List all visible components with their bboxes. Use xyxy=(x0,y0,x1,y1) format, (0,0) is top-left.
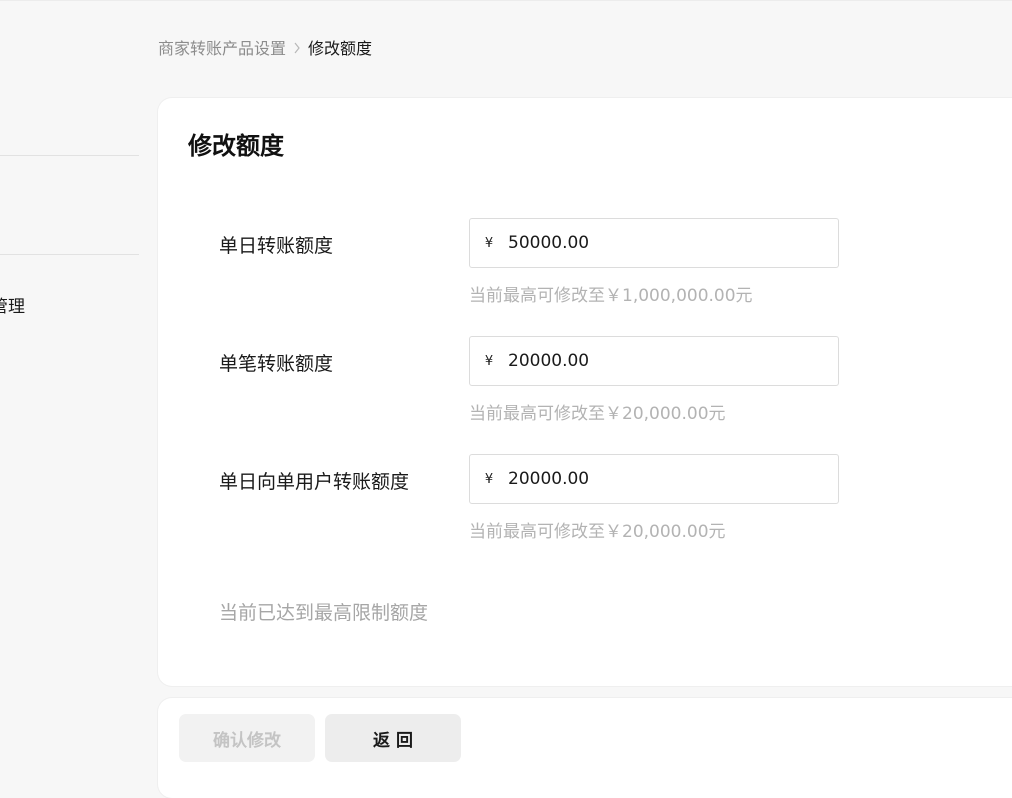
max-limit-reached-note: 当前已达到最高限制额度 xyxy=(219,602,429,624)
daily-transfer-limit-label: 单日转账额度 xyxy=(219,235,334,257)
page-title: 修改额度 xyxy=(188,132,284,160)
breadcrumb: 商家转账产品设置 修改额度 xyxy=(158,36,372,58)
sidebar-item-label: 管理 xyxy=(0,297,25,317)
daily-transfer-limit-input[interactable]: ¥ 50000.00 xyxy=(469,218,839,268)
single-transfer-limit-label: 单笔转账额度 xyxy=(219,353,334,375)
single-transfer-limit-row: 单笔转账额度 ¥ 20000.00 当前最高可修改至￥20,000.00元 xyxy=(158,336,1012,436)
sidebar: 管理 xyxy=(0,0,139,766)
sidebar-item-management[interactable]: 管理 xyxy=(0,292,25,317)
top-edge-divider xyxy=(0,0,1012,1)
daily-per-user-limit-input[interactable]: ¥ 20000.00 xyxy=(469,454,839,504)
currency-symbol: ¥ xyxy=(484,353,494,369)
breadcrumb-parent-link[interactable]: 商家转账产品设置 xyxy=(158,35,286,59)
daily-per-user-limit-hint: 当前最高可修改至￥20,000.00元 xyxy=(469,522,726,542)
sidebar-divider xyxy=(0,155,139,156)
daily-transfer-limit-row: 单日转账额度 ¥ 50000.00 当前最高可修改至￥1,000,000.00元 xyxy=(158,218,1012,318)
sidebar-divider xyxy=(0,254,139,255)
daily-per-user-limit-value: 20000.00 xyxy=(508,469,590,489)
single-transfer-limit-hint: 当前最高可修改至￥20,000.00元 xyxy=(469,404,726,424)
daily-per-user-limit-label: 单日向单用户转账额度 xyxy=(219,471,410,493)
daily-per-user-limit-row: 单日向单用户转账额度 ¥ 20000.00 当前最高可修改至￥20,000.00… xyxy=(158,454,1012,554)
chevron-right-icon xyxy=(286,38,308,57)
currency-symbol: ¥ xyxy=(484,235,494,251)
breadcrumb-current: 修改额度 xyxy=(308,39,373,58)
edit-limit-card: 修改额度 单日转账额度 ¥ 50000.00 当前最高可修改至￥1,000,00… xyxy=(158,98,1012,686)
daily-transfer-limit-value: 50000.00 xyxy=(508,233,590,253)
confirm-modify-button[interactable]: 确认修改 xyxy=(179,714,315,762)
single-transfer-limit-value: 20000.00 xyxy=(508,351,590,371)
back-button[interactable]: 返 回 xyxy=(325,714,461,762)
currency-symbol: ¥ xyxy=(484,471,494,487)
single-transfer-limit-input[interactable]: ¥ 20000.00 xyxy=(469,336,839,386)
action-bar: 确认修改 返 回 xyxy=(158,698,1012,798)
daily-transfer-limit-hint: 当前最高可修改至￥1,000,000.00元 xyxy=(469,286,753,306)
